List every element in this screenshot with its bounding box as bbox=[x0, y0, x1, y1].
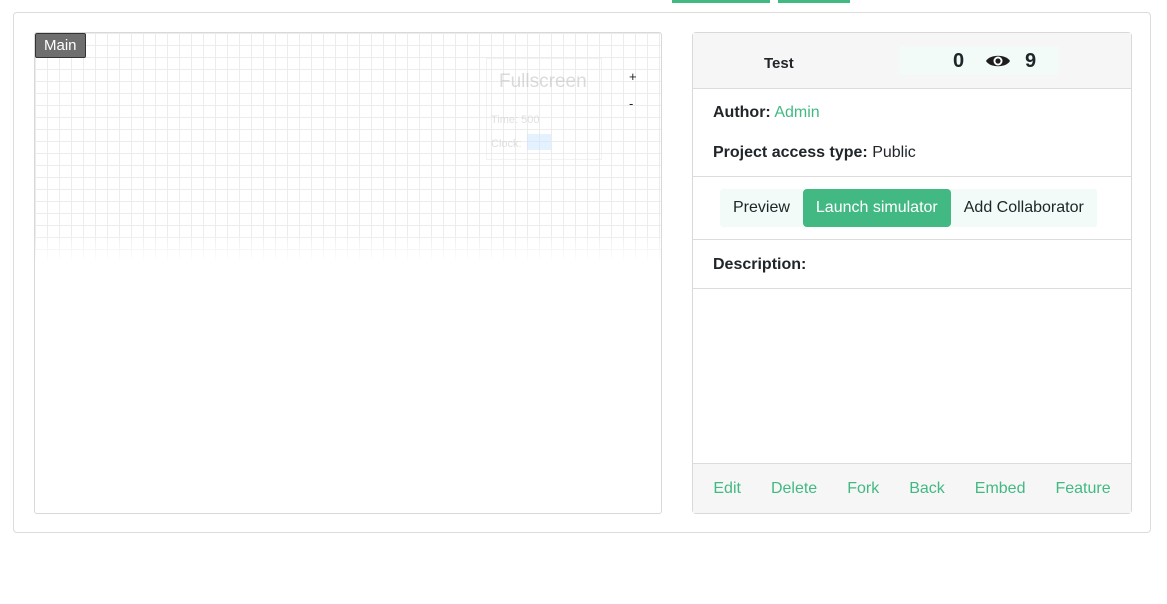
project-footer-links: Edit Delete Fork Back Embed Feature bbox=[693, 463, 1131, 513]
fullscreen-preview: Fullscreen Time: 500 Clock: bbox=[486, 58, 602, 160]
edit-link[interactable]: Edit bbox=[713, 480, 741, 498]
top-tab-indicator bbox=[778, 0, 850, 3]
access-value: Public bbox=[872, 144, 916, 161]
circuit-tab-label[interactable]: Main bbox=[35, 33, 86, 58]
action-buttons: Preview Launch simulator Add Collaborato… bbox=[720, 189, 1097, 227]
feature-link[interactable]: Feature bbox=[1055, 480, 1110, 498]
embed-link[interactable]: Embed bbox=[975, 480, 1026, 498]
project-header: Test 0 9 bbox=[693, 33, 1131, 89]
stars-count: 0 bbox=[953, 50, 965, 72]
launch-simulator-button[interactable]: Launch simulator bbox=[802, 189, 951, 227]
delete-link[interactable]: Delete bbox=[771, 480, 817, 498]
author-link[interactable]: Admin bbox=[774, 104, 819, 121]
zoom-in-button[interactable]: + bbox=[629, 69, 637, 84]
project-title: Test bbox=[764, 55, 794, 72]
add-collaborator-button[interactable]: Add Collaborator bbox=[951, 189, 1097, 227]
eye-icon bbox=[985, 52, 1011, 75]
circuit-canvas[interactable]: Fullscreen Time: 500 Clock: + - Main bbox=[34, 32, 662, 514]
back-link[interactable]: Back bbox=[909, 480, 945, 498]
description-row: Description: bbox=[713, 256, 807, 273]
top-tab-indicator bbox=[672, 0, 770, 3]
author-row: Author: Admin bbox=[713, 104, 820, 121]
fork-link[interactable]: Fork bbox=[847, 480, 879, 498]
zoom-out-button[interactable]: - bbox=[629, 96, 633, 111]
project-stats: 0 9 bbox=[899, 46, 1059, 75]
preview-button[interactable]: Preview bbox=[720, 189, 803, 227]
access-row: Project access type: Public bbox=[713, 144, 916, 161]
project-info-card: Test 0 9 Author: Admin Project access ty… bbox=[692, 32, 1132, 514]
views-count: 9 bbox=[1025, 50, 1037, 72]
